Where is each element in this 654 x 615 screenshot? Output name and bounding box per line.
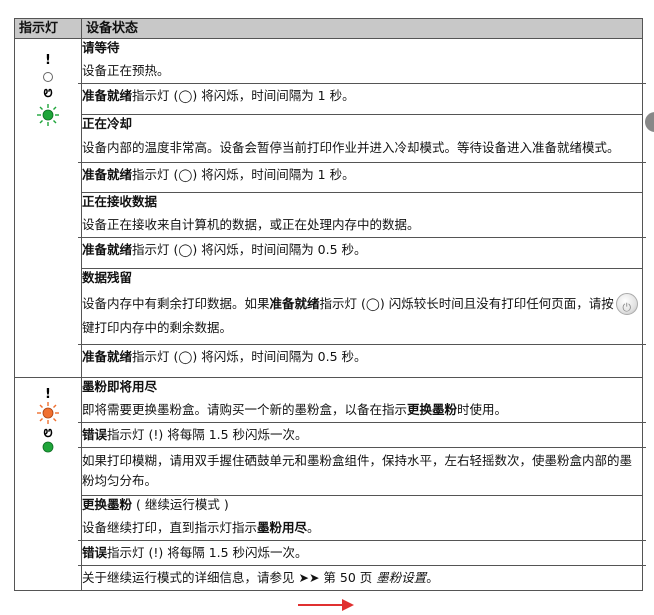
svg-text:Ꮼ: Ꮼ bbox=[44, 87, 53, 100]
state-replace-toner: 更换墨粉 ( 继续运行模式 ) 设备继续打印，直到指示灯指示墨粉用尽。 错误指示… bbox=[78, 495, 646, 591]
state-title-suffix: ( 继续运行模式 ) bbox=[132, 497, 229, 512]
state-desc: 设备正在预热。 bbox=[82, 63, 170, 78]
led-blink-text: 指示灯 (◯) 将闪烁，时间间隔为 1 秒。 bbox=[132, 166, 355, 182]
ready-label: 准备就绪 bbox=[269, 295, 320, 311]
toner-end-label: 墨粉用尽 bbox=[257, 520, 308, 535]
table-row: 正在冷却 设备内部的温度非常高。设备会暂停当前打印作业并进入冷却模式。等待设备进… bbox=[15, 113, 646, 194]
error-label: 错误 bbox=[82, 545, 108, 560]
ready-label: 准备就绪 bbox=[82, 166, 133, 182]
header-indicator: 指示灯 bbox=[14, 18, 82, 39]
state-title: 请等待 bbox=[82, 40, 120, 55]
led-blink-text: 指示灯 (◯) 将闪烁，时间间隔为 0.5 秒。 bbox=[132, 348, 367, 364]
table-row: 正在接收数据 设备正在接收来自计算机的数据，或正在处理内存中的数据。 准备就绪指… bbox=[15, 192, 646, 269]
state-title: 正在冷却 bbox=[82, 115, 133, 131]
error-label: 错误 bbox=[82, 427, 108, 442]
header-status: 设备状态 bbox=[81, 18, 643, 39]
state-receiving-data: 正在接收数据 设备正在接收来自计算机的数据，或正在处理内存中的数据。 准备就绪指… bbox=[78, 192, 646, 269]
led-indicator-icon: ! Ꮼ bbox=[37, 387, 59, 453]
state-desc: 设备继续打印，直到指示灯指示墨粉用尽。 bbox=[82, 520, 320, 535]
led-indicator-icon: ! Ꮼ bbox=[37, 53, 59, 126]
led-status-table: 指示灯 设备状态 ! Ꮼ 请等待 设备正在预热。 准备就绪指示灯 (◯) 将闪烁… bbox=[14, 18, 646, 591]
table-row: ! Ꮼ 墨粉即将用尽 即将需要更换墨粉盒。请购买一个新的墨粉盒，以备在指示更换墨… bbox=[14, 377, 646, 591]
next-page-arrow-icon[interactable] bbox=[296, 598, 356, 612]
state-desc: 设备内部的温度非常高。设备会暂停当前打印作业并进入冷却模式。等待设备进入准备就绪… bbox=[82, 139, 620, 155]
table-row: 数据残留 设备内存中有剩余打印数据。如果准备就绪指示灯 (◯) 闪烁较长时间且没… bbox=[15, 267, 646, 379]
reference-text: 关于继续运行模式的详细信息，请参见 ➤➤ 第 50 页 墨粉设置。 bbox=[82, 570, 439, 585]
state-please-wait: 请等待 设备正在预热。 准备就绪指示灯 (◯) 将闪烁，时间间隔为 1 秒。 bbox=[78, 38, 646, 115]
state-data-remaining: 数据残留 设备内存中有剩余打印数据。如果准备就绪指示灯 (◯) 闪烁较长时间且没… bbox=[78, 267, 646, 379]
svg-text:!: ! bbox=[45, 387, 51, 402]
ready-label: 准备就绪 bbox=[82, 242, 133, 258]
led-blink-text: 指示灯 (◯) 将闪烁，时间间隔为 0.5 秒。 bbox=[132, 242, 367, 258]
state-desc: 设备内存中有剩余打印数据。如果准备就绪指示灯 (◯) 闪烁较长时间且没有打印任何… bbox=[82, 289, 642, 344]
state-title: 墨粉即将用尽 bbox=[82, 379, 158, 394]
state-desc: 如果打印模糊，请用双手握住硒鼓单元和墨粉盒组件，保持水平，左右轻摇数次，使墨粉盒… bbox=[82, 453, 633, 488]
state-title: 更换墨粉 bbox=[82, 497, 133, 512]
state-title: 正在接收数据 bbox=[82, 194, 158, 210]
led-blink-text: 指示灯 (!) 将每隔 1.5 秒闪烁一次。 bbox=[107, 545, 308, 560]
replace-toner-label: 更换墨粉 bbox=[407, 402, 458, 417]
table-row: 更换墨粉 ( 继续运行模式 ) 设备继续打印，直到指示灯指示墨粉用尽。 错误指示… bbox=[15, 495, 646, 591]
led-blink-text: 指示灯 (◯) 将闪烁，时间间隔为 1 秒。 bbox=[132, 88, 355, 103]
svg-text:!: ! bbox=[45, 53, 51, 68]
state-desc: 即将需要更换墨粉盒。请购买一个新的墨粉盒，以备在指示更换墨粉时使用。 bbox=[82, 402, 508, 417]
state-cooling: 正在冷却 设备内部的温度非常高。设备会暂停当前打印作业并进入冷却模式。等待设备进… bbox=[78, 113, 646, 194]
led-blink-text: 指示灯 (!) 将每隔 1.5 秒闪烁一次。 bbox=[107, 427, 308, 442]
ready-label: 准备就绪 bbox=[82, 348, 133, 364]
svg-text:Ꮼ: Ꮼ bbox=[44, 427, 53, 440]
toner-settings-link[interactable]: 墨粉设置 bbox=[376, 570, 426, 585]
ready-label: 准备就绪 bbox=[82, 88, 133, 103]
page-edge-tab bbox=[645, 112, 654, 132]
state-desc: 设备正在接收来自计算机的数据，或正在处理内存中的数据。 bbox=[82, 217, 420, 233]
state-toner-low: 墨粉即将用尽 即将需要更换墨粉盒。请购买一个新的墨粉盒，以备在指示更换墨粉时使用… bbox=[78, 377, 646, 496]
led-cell-ready-blink: ! Ꮼ bbox=[14, 38, 82, 378]
led-cell-error-blink: ! Ꮼ bbox=[14, 377, 82, 591]
go-button-icon bbox=[615, 293, 638, 320]
table-header-row: 指示灯 设备状态 bbox=[14, 18, 643, 39]
state-title: 数据残留 bbox=[82, 269, 133, 285]
table-row: ! Ꮼ 请等待 设备正在预热。 准备就绪指示灯 (◯) 将闪烁，时间间隔为 1 … bbox=[14, 38, 646, 378]
